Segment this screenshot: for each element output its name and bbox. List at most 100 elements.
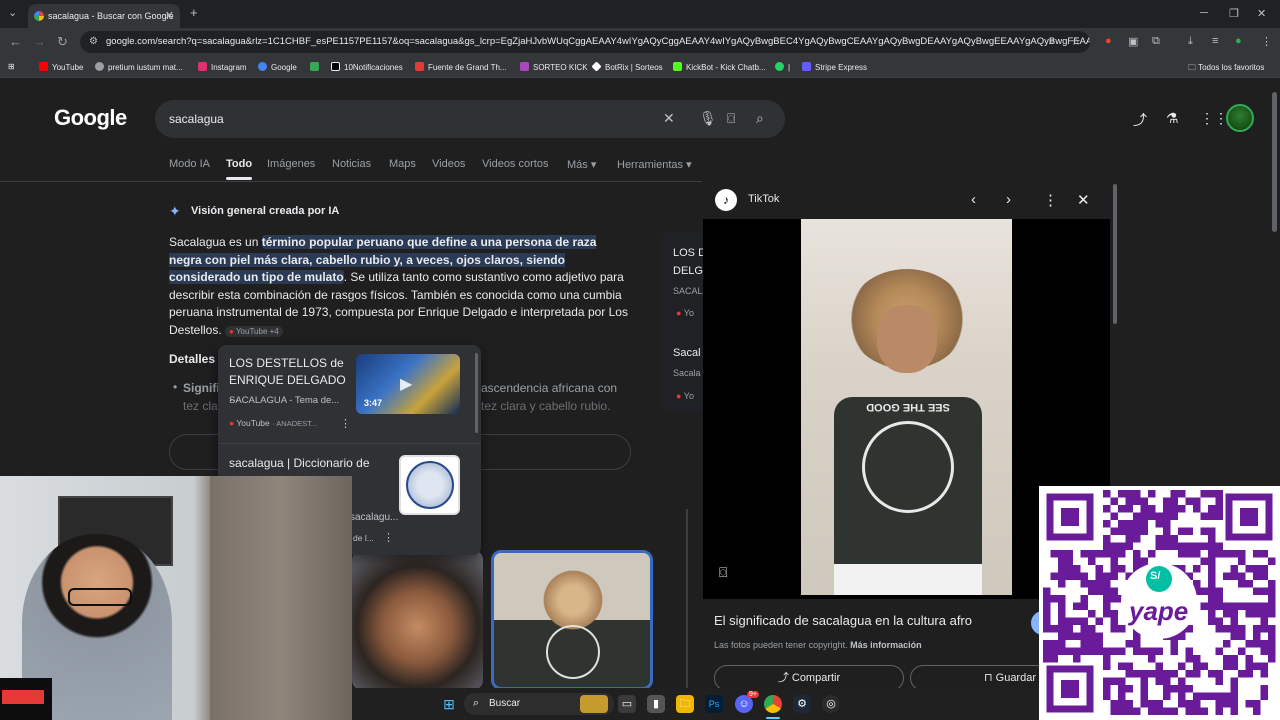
extension-red-icon[interactable]: ● — [1105, 35, 1112, 47]
tab-mas[interactable]: Más ▾ — [567, 158, 596, 171]
bookmark-sorteo-kick[interactable]: SORTEO KICK — [520, 62, 588, 72]
more-info-link[interactable]: Más información — [850, 640, 922, 650]
tab-imagenes[interactable]: Imágenes — [267, 158, 315, 170]
bookmark-unnamed[interactable] — [310, 62, 323, 72]
source-item-2-thumbnail[interactable] — [399, 455, 460, 515]
tab-maps[interactable]: Maps — [389, 158, 416, 170]
bookmark-youtube[interactable]: YouTube — [39, 62, 83, 72]
windows-start-icon[interactable]: ⊞ — [440, 695, 458, 713]
close-icon[interactable]: ✕ — [1077, 191, 1090, 209]
forward-icon[interactable]: → — [33, 34, 46, 49]
widget-icon[interactable] — [580, 695, 608, 713]
source-item-1-thumbnail[interactable]: ▶ 3:47 — [356, 354, 460, 414]
more-vert-icon[interactable]: ⋮ — [1043, 191, 1058, 209]
all-bookmarks[interactable]: 🗀 Todos los favoritos — [1188, 62, 1264, 76]
clear-icon[interactable]: ✕ — [663, 110, 675, 127]
tab-videos[interactable]: Videos — [432, 158, 465, 170]
file-explorer-icon[interactable]: 🗀 — [676, 695, 694, 713]
apps-icon[interactable]: ⋮⋮ — [1200, 110, 1228, 127]
photoshop-icon[interactable]: Ps — [705, 695, 723, 713]
play-icon: ▶ — [400, 376, 413, 393]
qr-module — [1253, 550, 1261, 558]
download-icon[interactable]: ⤓ — [1188, 35, 1193, 48]
bookmark-google[interactable]: Google — [258, 62, 297, 72]
tab-search-icon[interactable]: ⌄ — [8, 6, 17, 19]
qr-module — [1125, 527, 1133, 535]
apps-grid-icon[interactable]: ⊞ — [8, 62, 15, 71]
steam-icon[interactable]: ⚙ — [793, 695, 811, 713]
preview-caption[interactable]: El significado de sacalagua en la cultur… — [714, 613, 972, 628]
bookmark-star-icon[interactable]: ☆ — [1071, 35, 1081, 48]
bookmark-10notificaciones[interactable]: 10Notificaciones — [331, 62, 403, 72]
source-chip[interactable]: ● YouTube +4 — [225, 325, 283, 337]
address-bar[interactable]: ⚙ google.com/search?q=sacalagua&rlz=1C1C… — [80, 31, 1090, 53]
qr-module — [1185, 542, 1193, 550]
tab-modo-ia[interactable]: Modo IA — [169, 158, 210, 170]
new-tab-button[interactable]: + — [190, 5, 198, 20]
qr-module — [1103, 520, 1111, 528]
tab-noticias[interactable]: Noticias — [332, 158, 371, 170]
search-input[interactable]: sacalagua ✕ 🎙 ⌼ ⌕ — [155, 100, 785, 138]
bookmark-botrix[interactable]: BotRix | Sorteos — [591, 61, 663, 72]
microphone-icon[interactable]: 🎙 — [699, 110, 717, 127]
page-scrollbar[interactable] — [1272, 92, 1277, 232]
more-options-icon[interactable]: ⋮ — [383, 531, 394, 544]
qr-module — [1065, 572, 1073, 580]
qr-module — [1238, 557, 1246, 565]
bookmark-instagram[interactable]: Instagram — [198, 62, 247, 72]
qr-module — [1148, 647, 1156, 655]
task-view-icon[interactable]: ▭ — [618, 695, 636, 713]
tab-videos-cortos[interactable]: Videos cortos — [482, 158, 548, 170]
avatar[interactable] — [1226, 104, 1254, 132]
google-logo[interactable]: Google — [54, 105, 127, 131]
profile-icon[interactable]: ● — [1235, 35, 1242, 47]
qr-module — [1260, 587, 1268, 595]
source-card-title[interactable]: LOS D — [673, 247, 706, 259]
bookmark-stripe[interactable]: Stripe Express — [802, 62, 867, 72]
back-icon[interactable]: ← — [9, 34, 22, 49]
qr-module — [1238, 632, 1246, 640]
bookmark-whatsapp[interactable]: | — [775, 62, 790, 72]
tab-herramientas[interactable]: Herramientas ▾ — [617, 158, 692, 171]
app-icon[interactable]: ▮ — [647, 695, 665, 713]
qr-module — [1260, 640, 1268, 648]
panel-source[interactable]: TikTok — [748, 193, 779, 205]
minimize-icon[interactable]: ─ — [1200, 7, 1208, 19]
source-item-2-title[interactable]: sacalagua | Diccionario de — [229, 455, 389, 472]
tab-close-icon[interactable]: ✕ — [165, 9, 174, 22]
image-result-2-selected[interactable] — [491, 550, 653, 690]
popup-scrollbar[interactable] — [475, 353, 478, 433]
bookmark-gta[interactable]: Fuente de Grand Th... — [415, 62, 507, 72]
share-icon[interactable]: ⤴ — [1133, 110, 1147, 130]
source-card2-title[interactable]: Sacal — [673, 347, 701, 359]
lens-icon[interactable]: ⌼ — [719, 564, 727, 581]
gemini-sparkle-icon: ✦ — [169, 203, 181, 219]
browser-tab[interactable]: sacalagua - Buscar con Google ✕ — [28, 4, 180, 28]
next-icon[interactable]: › — [1006, 191, 1011, 208]
search-icon[interactable]: ⌕ — [756, 110, 764, 127]
qr-module — [1230, 602, 1238, 610]
reload-icon[interactable]: ↻ — [57, 34, 68, 50]
more-options-icon[interactable]: ⋮ — [340, 417, 351, 430]
close-window-icon[interactable]: ✕ — [1257, 7, 1266, 20]
image-result-1[interactable] — [352, 550, 483, 690]
media-icon[interactable]: ≡ — [1212, 35, 1218, 47]
qr-module — [1268, 632, 1276, 640]
bookmark-kickbot[interactable]: KickBot - Kick Chatb... — [673, 62, 766, 72]
bookmark-pretium[interactable]: pretium iustum mat... — [95, 62, 183, 72]
zoom-icon[interactable]: ⌕ — [1049, 35, 1055, 48]
labs-icon[interactable]: ⚗ — [1166, 110, 1179, 127]
app-circle-icon[interactable]: ◎ — [822, 695, 840, 713]
lens-icon[interactable]: ⌼ — [727, 110, 735, 127]
qr-module — [1215, 497, 1223, 505]
tab-todo[interactable]: Todo — [226, 158, 253, 180]
chrome-menu-icon[interactable]: ⋮ — [1261, 35, 1272, 48]
extensions-puzzle-icon[interactable]: ⧉ — [1152, 35, 1160, 48]
panel-scrollbar[interactable] — [1113, 184, 1117, 324]
maximize-icon[interactable]: ❐ — [1229, 7, 1239, 20]
extension-icon[interactable]: ▣ — [1128, 35, 1138, 48]
site-info-icon[interactable]: ⚙ — [89, 36, 98, 47]
qr-module — [1163, 685, 1171, 693]
chrome-icon[interactable] — [764, 695, 782, 713]
previous-icon[interactable]: ‹ — [971, 191, 976, 208]
